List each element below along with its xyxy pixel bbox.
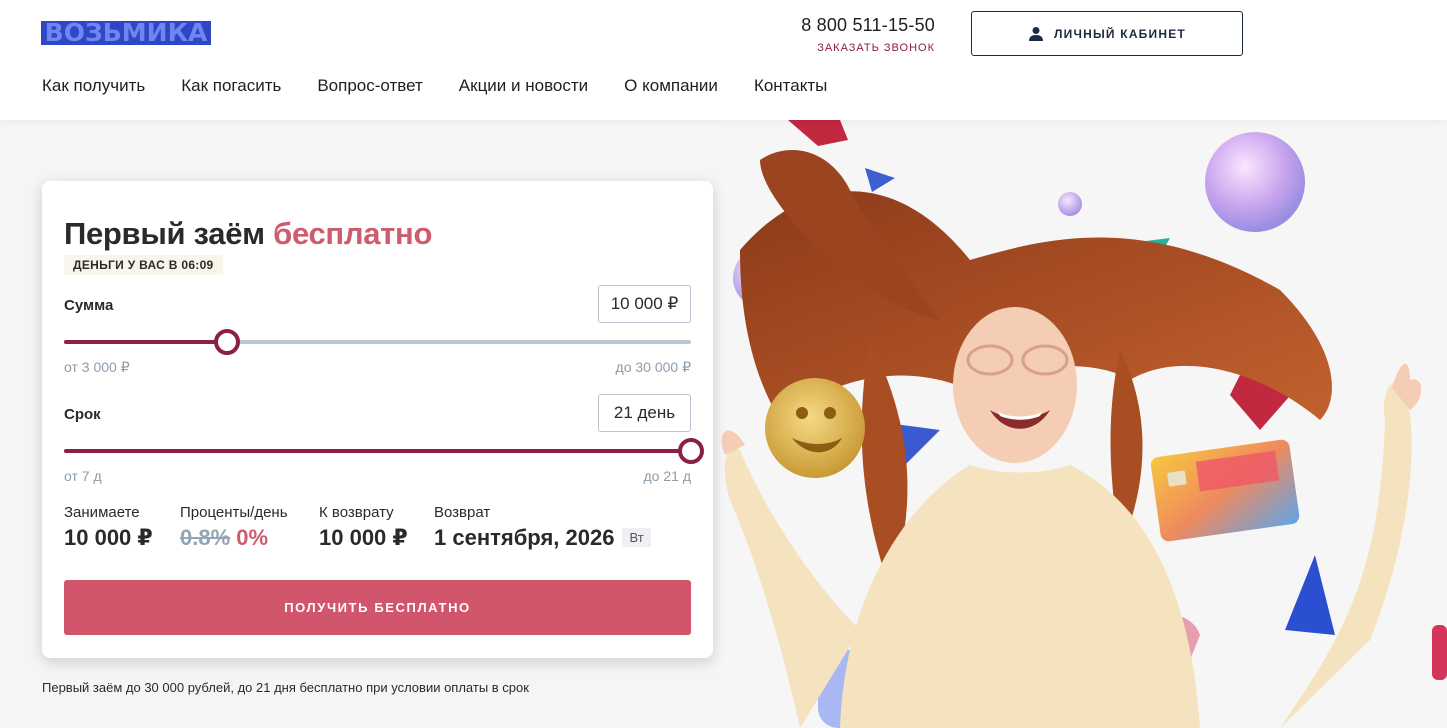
delivery-time-badge: ДЕНЬГИ У ВАС В 06:09 bbox=[64, 255, 223, 275]
personal-cabinet-button[interactable]: ЛИЧНЫЙ КАБИНЕТ bbox=[971, 11, 1243, 56]
amount-slider-thumb[interactable] bbox=[213, 329, 240, 355]
term-label: Срок bbox=[64, 406, 101, 423]
hero-image bbox=[720, 120, 1447, 728]
rate-label: Проценты/день bbox=[180, 504, 288, 521]
get-free-loan-button[interactable]: ПОЛУЧИТЬ БЕСПЛАТНО bbox=[64, 580, 691, 635]
rate-old: 0.8% bbox=[180, 525, 231, 550]
amount-slider-fill bbox=[64, 340, 227, 344]
hero-illustration bbox=[720, 120, 1447, 728]
term-slider[interactable] bbox=[64, 438, 704, 464]
loan-calculator: Первый заём бесплатно ДЕНЬГИ У ВАС В 06:… bbox=[42, 181, 713, 658]
contact-block: 8 800 511-15-50 ЗАКАЗАТЬ ЗВОНОК bbox=[801, 15, 935, 54]
term-input[interactable]: 21 день bbox=[598, 394, 691, 432]
return-value: 10 000 ₽ bbox=[319, 525, 408, 550]
main-nav: Как получить Как погасить Вопрос-ответ А… bbox=[42, 76, 863, 96]
summary-rate: Проценты/день 0.8% 0% bbox=[180, 504, 288, 551]
amount-max-label: до 30 000 ₽ bbox=[615, 359, 691, 375]
amount-input[interactable]: 10 000 ₽ bbox=[598, 285, 691, 323]
borrow-value: 10 000 ₽ bbox=[64, 525, 153, 550]
nav-how-to-get[interactable]: Как получить bbox=[42, 76, 145, 96]
summary-return-date: Возврат 1 сентября, 2026 Вт bbox=[434, 504, 651, 551]
footnote: Первый заём до 30 000 рублей, до 21 дня … bbox=[42, 680, 529, 695]
term-max-label: до 21 д bbox=[643, 468, 691, 484]
return-date: 1 сентября, 2026 bbox=[434, 525, 615, 550]
calculator-title: Первый заём бесплатно bbox=[64, 216, 432, 252]
site-header: ВОЗЬМИКА 8 800 511-15-50 ЗАКАЗАТЬ ЗВОНОК… bbox=[0, 0, 1447, 120]
phone-number[interactable]: 8 800 511-15-50 bbox=[801, 15, 935, 36]
return-date-label: Возврат bbox=[434, 504, 491, 521]
nav-how-to-repay[interactable]: Как погасить bbox=[181, 76, 281, 96]
term-min-label: от 7 д bbox=[64, 468, 102, 484]
nav-faq[interactable]: Вопрос-ответ bbox=[317, 76, 422, 96]
amount-slider[interactable] bbox=[64, 329, 691, 355]
cabinet-label: ЛИЧНЫЙ КАБИНЕТ bbox=[1054, 26, 1186, 41]
nav-about[interactable]: О компании bbox=[624, 76, 718, 96]
borrow-label: Занимаете bbox=[64, 504, 140, 521]
amount-label: Сумма bbox=[64, 297, 114, 314]
term-slider-thumb[interactable] bbox=[678, 438, 704, 464]
rate-new: 0% bbox=[236, 525, 269, 550]
user-icon bbox=[1029, 26, 1044, 41]
amount-min-label: от 3 000 ₽ bbox=[64, 359, 130, 375]
summary-borrow: Занимаете 10 000 ₽ bbox=[64, 504, 153, 551]
title-main: Первый заём bbox=[64, 216, 274, 251]
term-slider-fill bbox=[64, 449, 691, 453]
return-date-value: 1 сентября, 2026 Вт bbox=[434, 525, 651, 551]
callback-link[interactable]: ЗАКАЗАТЬ ЗВОНОК bbox=[801, 42, 935, 54]
nav-promotions-news[interactable]: Акции и новости bbox=[459, 76, 588, 96]
nav-contacts[interactable]: Контакты bbox=[754, 76, 827, 96]
weekday-badge: Вт bbox=[622, 528, 651, 547]
summary-return: К возврату 10 000 ₽ bbox=[319, 504, 408, 551]
logo-text: ВОЗЬМИКА bbox=[44, 21, 208, 45]
brand-logo[interactable]: ВОЗЬМИКА bbox=[41, 21, 211, 45]
rate-value: 0.8% 0% bbox=[180, 525, 288, 551]
title-accent: бесплатно bbox=[273, 216, 433, 251]
return-label: К возврату bbox=[319, 504, 394, 521]
